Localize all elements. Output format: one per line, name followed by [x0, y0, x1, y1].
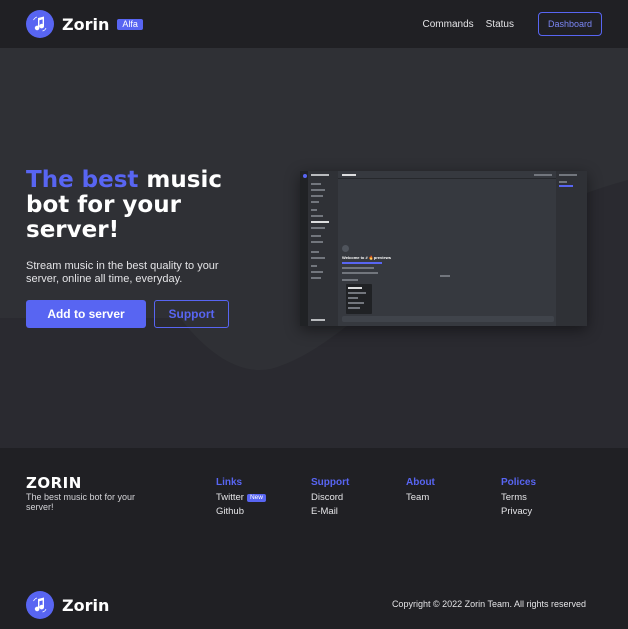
hero-section: The best music bot for your server! Stre…	[0, 48, 628, 448]
preview-member-list	[556, 171, 587, 326]
footer-column-title: Support	[311, 477, 350, 488]
footer-link-label[interactable]: Twitter	[216, 491, 244, 505]
preview-topbar	[338, 171, 556, 179]
footer-link-twitter[interactable]: Twitter New	[216, 491, 266, 505]
footer-column-polices: Polices Terms Privacy	[501, 477, 536, 519]
footer-link-terms[interactable]: Terms	[501, 491, 536, 505]
alfa-badge: Alfa	[117, 18, 143, 30]
footer-column-title: Polices	[501, 477, 537, 488]
footer-brand-name: Zorin	[62, 595, 110, 615]
footer-link-github[interactable]: Github	[216, 505, 266, 519]
hero-subtitle: Stream music in the best quality to your…	[26, 260, 219, 285]
preview-welcome-text: Welcome to # 🔥previews	[342, 255, 391, 260]
copyright-text: Copyright © 2022 Zorin Team. All rights …	[391, 599, 586, 609]
preview-hash-icon	[342, 245, 349, 252]
add-to-server-button[interactable]: Add to server	[26, 300, 146, 328]
footer-column-title: About	[406, 477, 435, 488]
discord-preview-image: Welcome to # 🔥previews	[300, 171, 587, 326]
support-button[interactable]: Support	[154, 300, 229, 328]
footer-logo[interactable]: Zorin	[26, 591, 109, 619]
footer-column-about: About Team	[406, 477, 435, 505]
music-note-icon	[33, 597, 47, 613]
new-badge: New	[246, 494, 266, 502]
top-navbar: Zorin Alfa Commands Status Dashboard	[0, 0, 628, 48]
preview-embed-card	[346, 284, 372, 314]
footer-link-privacy[interactable]: Privacy	[501, 505, 536, 519]
preview-server-list	[300, 171, 308, 326]
footer-link-team[interactable]: Team	[406, 491, 435, 505]
footer-link-email[interactable]: E-Mail	[311, 505, 349, 519]
preview-message-input	[342, 316, 554, 322]
nav-link-status[interactable]: Status	[486, 19, 514, 30]
footer-link-discord[interactable]: Discord	[311, 491, 349, 505]
footer-brand-title: ZORIN	[26, 474, 82, 492]
hero-title: The best music bot for your server!	[26, 168, 256, 243]
hero-title-accent: The best	[26, 167, 139, 193]
logo[interactable]	[26, 10, 54, 38]
preview-server-icon	[303, 174, 307, 178]
nav-links: Commands Status Dashboard	[423, 12, 602, 36]
footer-logo-circle	[26, 591, 54, 619]
music-note-icon	[33, 16, 47, 32]
dashboard-button[interactable]: Dashboard	[538, 12, 602, 36]
preview-channel-list	[308, 171, 338, 326]
footer-brand-description: The best music bot for your server!	[26, 492, 136, 512]
footer-column-title: Links	[216, 477, 243, 488]
footer-column-links: Links Twitter New Github	[216, 477, 266, 519]
nav-link-commands[interactable]: Commands	[423, 19, 474, 30]
brand-name[interactable]: Zorin	[62, 15, 109, 34]
footer-column-support: Support Discord E-Mail	[311, 477, 349, 519]
